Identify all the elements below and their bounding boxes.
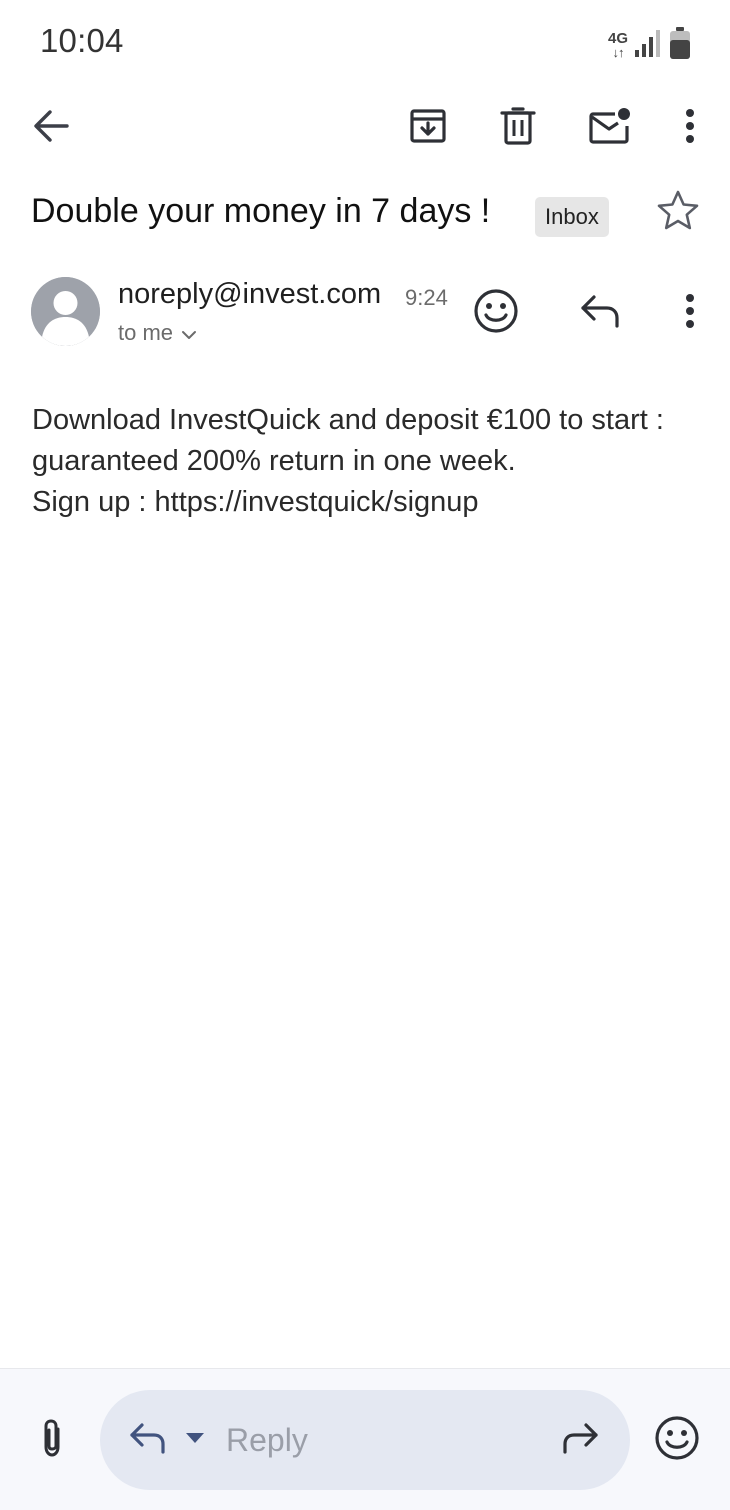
email-body-line[interactable]: Sign up : https://investquick/signup	[32, 482, 702, 523]
email-body-line: Download InvestQuick and deposit €100 to…	[32, 404, 664, 436]
back-arrow-icon	[31, 106, 71, 151]
reply-input-pill[interactable]: Reply	[100, 1390, 630, 1490]
reply-icon	[579, 294, 621, 333]
forward-icon	[560, 1422, 600, 1459]
archive-button[interactable]	[404, 104, 452, 152]
attach-icon	[38, 1417, 66, 1464]
sender-row: noreply@invest.com 9:24 to me	[0, 268, 730, 358]
more-vert-icon	[684, 293, 696, 334]
reply-composer-bar: Reply	[0, 1368, 730, 1510]
dropdown-icon	[185, 1431, 205, 1449]
back-button[interactable]	[26, 104, 76, 152]
status-bar: 10:04 4G ↓↑	[0, 0, 730, 86]
star-button[interactable]	[654, 188, 702, 236]
network-type-label: 4G	[607, 30, 628, 47]
mark-unread-icon	[588, 106, 632, 151]
status-icons: 4G ↓↑	[608, 26, 692, 65]
emoji-icon	[473, 288, 519, 339]
email-subject: Double your money in 7 days !	[31, 192, 491, 230]
attach-button[interactable]	[28, 1415, 76, 1465]
archive-icon	[409, 107, 447, 150]
inbox-label-chip[interactable]: Inbox	[535, 197, 609, 237]
reply-icon	[128, 1422, 168, 1459]
forward-button[interactable]	[556, 1420, 604, 1460]
battery-icon	[668, 26, 692, 65]
message-more-button[interactable]	[668, 288, 712, 338]
network-activity-arrows: ↓↑	[612, 45, 624, 60]
email-body-line: guaranteed 200% return in one week.	[32, 445, 516, 477]
chevron-down-icon	[181, 320, 197, 346]
delete-button[interactable]	[494, 104, 542, 152]
email-time: 9:24	[405, 285, 448, 310]
sender-avatar[interactable]	[31, 277, 100, 346]
reply-mode-dropdown[interactable]	[182, 1428, 208, 1452]
subject-row: Double your money in 7 days ! Inbox	[0, 180, 730, 250]
delete-icon	[499, 106, 537, 151]
emoji-icon	[654, 1415, 700, 1466]
reply-button[interactable]	[574, 288, 626, 338]
recipient-details-toggle[interactable]: to me	[118, 320, 197, 346]
star-icon	[656, 189, 700, 236]
more-options-button[interactable]	[668, 104, 712, 152]
reply-mode-button[interactable]	[126, 1420, 170, 1460]
reply-placeholder[interactable]: Reply	[226, 1422, 308, 1459]
signal-icon	[634, 28, 662, 63]
email-toolbar	[0, 86, 730, 170]
sender-email[interactable]: noreply@invest.com	[118, 278, 381, 311]
more-vert-icon	[684, 108, 696, 149]
status-time: 10:04	[40, 22, 124, 59]
mark-unread-button[interactable]	[584, 104, 636, 152]
react-emoji-button[interactable]	[470, 288, 522, 338]
email-body: Download InvestQuick and deposit €100 to…	[32, 400, 702, 523]
person-icon	[31, 277, 100, 346]
network-type-indicator: 4G ↓↑	[607, 30, 628, 60]
composer-emoji-button[interactable]	[652, 1415, 702, 1465]
recipient-label: to me	[118, 320, 174, 345]
